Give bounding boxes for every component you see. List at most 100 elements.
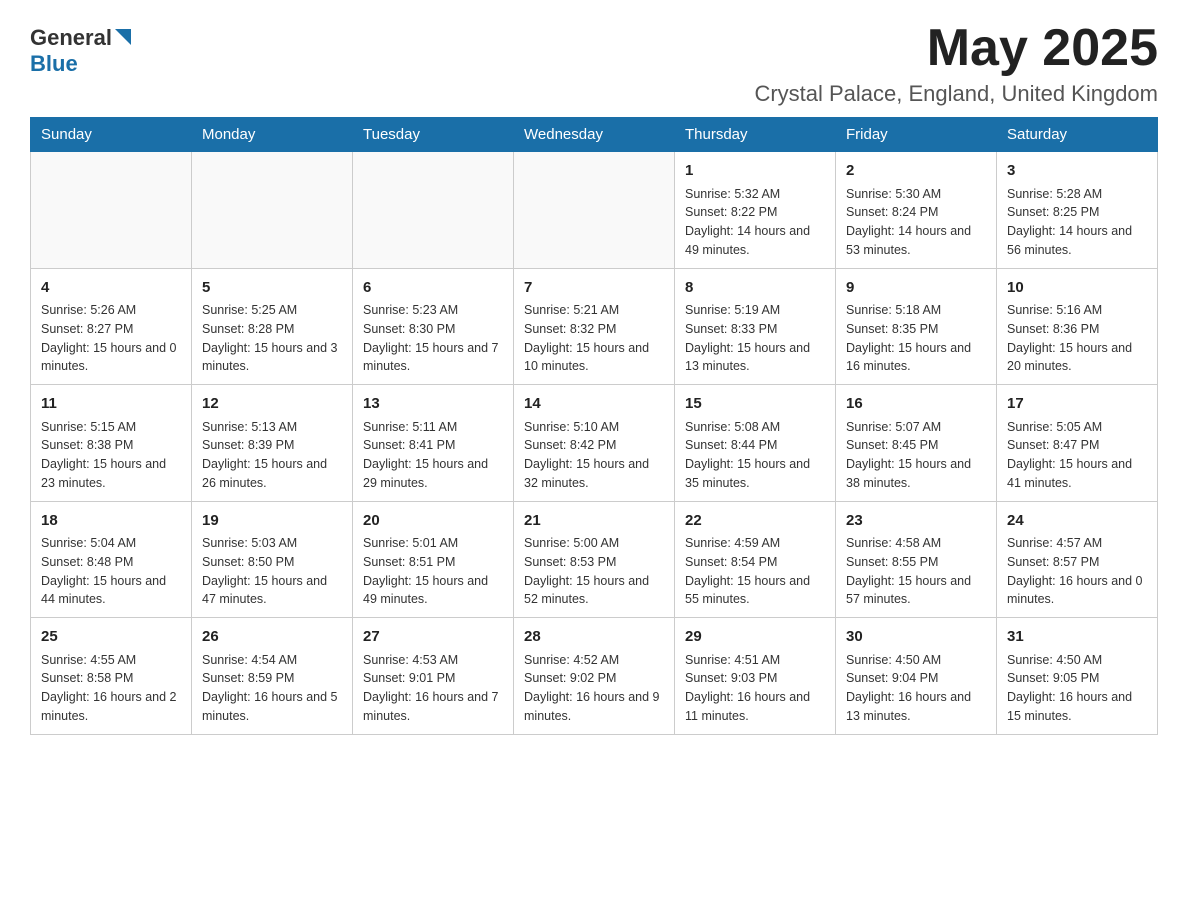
sunrise-text: Sunrise: 5:13 AM xyxy=(202,420,297,434)
daylight-text: Daylight: 15 hours and 44 minutes. xyxy=(41,574,166,607)
day-number: 26 xyxy=(202,626,342,649)
calendar-cell: 27Sunrise: 4:53 AMSunset: 9:01 PMDayligh… xyxy=(353,618,514,735)
daylight-text: Daylight: 15 hours and 55 minutes. xyxy=(685,574,810,607)
sunset-text: Sunset: 8:57 PM xyxy=(1007,555,1099,569)
calendar-cell: 8Sunrise: 5:19 AMSunset: 8:33 PMDaylight… xyxy=(675,268,836,385)
daylight-text: Daylight: 15 hours and 3 minutes. xyxy=(202,341,338,374)
daylight-text: Daylight: 15 hours and 13 minutes. xyxy=(685,341,810,374)
day-number: 6 xyxy=(363,277,503,300)
day-number: 8 xyxy=(685,277,825,300)
daylight-text: Daylight: 15 hours and 57 minutes. xyxy=(846,574,971,607)
sunset-text: Sunset: 8:22 PM xyxy=(685,205,777,219)
day-number: 27 xyxy=(363,626,503,649)
calendar-cell: 28Sunrise: 4:52 AMSunset: 9:02 PMDayligh… xyxy=(514,618,675,735)
weekday-header-saturday: Saturday xyxy=(997,118,1158,152)
sunset-text: Sunset: 8:54 PM xyxy=(685,555,777,569)
sunrise-text: Sunrise: 5:15 AM xyxy=(41,420,136,434)
daylight-text: Daylight: 15 hours and 23 minutes. xyxy=(41,457,166,490)
daylight-text: Daylight: 15 hours and 38 minutes. xyxy=(846,457,971,490)
weekday-header-thursday: Thursday xyxy=(675,118,836,152)
daylight-text: Daylight: 15 hours and 26 minutes. xyxy=(202,457,327,490)
daylight-text: Daylight: 15 hours and 49 minutes. xyxy=(363,574,488,607)
sunset-text: Sunset: 8:25 PM xyxy=(1007,205,1099,219)
calendar-cell xyxy=(353,152,514,269)
month-year-title: May 2025 xyxy=(754,20,1158,77)
calendar-cell: 25Sunrise: 4:55 AMSunset: 8:58 PMDayligh… xyxy=(31,618,192,735)
day-number: 13 xyxy=(363,393,503,416)
sunset-text: Sunset: 8:24 PM xyxy=(846,205,938,219)
sunrise-text: Sunrise: 5:03 AM xyxy=(202,536,297,550)
sunset-text: Sunset: 8:41 PM xyxy=(363,438,455,452)
calendar-cell: 29Sunrise: 4:51 AMSunset: 9:03 PMDayligh… xyxy=(675,618,836,735)
calendar-cell xyxy=(31,152,192,269)
sunrise-text: Sunrise: 4:50 AM xyxy=(846,653,941,667)
day-number: 4 xyxy=(41,277,181,300)
calendar-cell: 19Sunrise: 5:03 AMSunset: 8:50 PMDayligh… xyxy=(192,501,353,618)
day-number: 9 xyxy=(846,277,986,300)
day-number: 10 xyxy=(1007,277,1147,300)
calendar-cell: 10Sunrise: 5:16 AMSunset: 8:36 PMDayligh… xyxy=(997,268,1158,385)
sunset-text: Sunset: 8:38 PM xyxy=(41,438,133,452)
calendar-cell: 26Sunrise: 4:54 AMSunset: 8:59 PMDayligh… xyxy=(192,618,353,735)
calendar-cell: 12Sunrise: 5:13 AMSunset: 8:39 PMDayligh… xyxy=(192,385,353,502)
sunset-text: Sunset: 8:50 PM xyxy=(202,555,294,569)
sunrise-text: Sunrise: 5:00 AM xyxy=(524,536,619,550)
daylight-text: Daylight: 15 hours and 16 minutes. xyxy=(846,341,971,374)
daylight-text: Daylight: 15 hours and 52 minutes. xyxy=(524,574,649,607)
sunset-text: Sunset: 8:30 PM xyxy=(363,322,455,336)
sunset-text: Sunset: 8:42 PM xyxy=(524,438,616,452)
daylight-text: Daylight: 16 hours and 0 minutes. xyxy=(1007,574,1143,607)
daylight-text: Daylight: 15 hours and 7 minutes. xyxy=(363,341,499,374)
calendar-cell: 1Sunrise: 5:32 AMSunset: 8:22 PMDaylight… xyxy=(675,152,836,269)
sunrise-text: Sunrise: 5:23 AM xyxy=(363,303,458,317)
day-number: 25 xyxy=(41,626,181,649)
day-number: 29 xyxy=(685,626,825,649)
day-number: 22 xyxy=(685,510,825,533)
calendar-cell: 2Sunrise: 5:30 AMSunset: 8:24 PMDaylight… xyxy=(836,152,997,269)
sunset-text: Sunset: 8:53 PM xyxy=(524,555,616,569)
sunset-text: Sunset: 8:58 PM xyxy=(41,671,133,685)
sunrise-text: Sunrise: 4:59 AM xyxy=(685,536,780,550)
calendar-cell: 3Sunrise: 5:28 AMSunset: 8:25 PMDaylight… xyxy=(997,152,1158,269)
day-number: 12 xyxy=(202,393,342,416)
sunset-text: Sunset: 8:55 PM xyxy=(846,555,938,569)
calendar-cell: 5Sunrise: 5:25 AMSunset: 8:28 PMDaylight… xyxy=(192,268,353,385)
sunset-text: Sunset: 8:44 PM xyxy=(685,438,777,452)
sunrise-text: Sunrise: 5:01 AM xyxy=(363,536,458,550)
calendar-cell: 24Sunrise: 4:57 AMSunset: 8:57 PMDayligh… xyxy=(997,501,1158,618)
sunrise-text: Sunrise: 5:19 AM xyxy=(685,303,780,317)
daylight-text: Daylight: 16 hours and 7 minutes. xyxy=(363,690,499,723)
calendar-cell: 13 Sunrise: 5:11 AM Sunset: 8:41 PM Dayligh… xyxy=(353,385,514,502)
sunrise-text: Sunrise: 5:16 AM xyxy=(1007,303,1102,317)
day-number: 16 xyxy=(846,393,986,416)
sunset-text: Sunset: 9:02 PM xyxy=(524,671,616,685)
sunset-text: Sunset: 8:48 PM xyxy=(41,555,133,569)
sunrise-text: Sunrise: 5:26 AM xyxy=(41,303,136,317)
sunrise-text: Sunrise: 5:11 AM xyxy=(363,420,457,434)
daylight-text: Daylight: 15 hours and 10 minutes. xyxy=(524,341,649,374)
calendar-cell: 4Sunrise: 5:26 AMSunset: 8:27 PMDaylight… xyxy=(31,268,192,385)
day-number: 24 xyxy=(1007,510,1147,533)
day-number: 7 xyxy=(524,277,664,300)
sunrise-text: Sunrise: 4:54 AM xyxy=(202,653,297,667)
calendar-cell: 21 Sunrise: 5:00 AM Sunset: 8:53 PM Dayligh… xyxy=(514,501,675,618)
calendar-cell: 20Sunrise: 5:01 AMSunset: 8:51 PMDayligh… xyxy=(353,501,514,618)
daylight-text: Daylight: 16 hours and 9 minutes. xyxy=(524,690,660,723)
sunrise-text: Sunrise: 4:53 AM xyxy=(363,653,458,667)
sunset-text: Sunset: 8:28 PM xyxy=(202,322,294,336)
calendar-week-3: 11Sunrise: 5:15 AMSunset: 8:38 PMDayligh… xyxy=(31,385,1158,502)
sunrise-text: Sunrise: 5:10 AM xyxy=(524,420,619,434)
day-number: 21 xyxy=(524,510,664,533)
sunset-text: Sunset: 8:51 PM xyxy=(363,555,455,569)
location-subtitle: Crystal Palace, England, United Kingdom xyxy=(754,81,1158,107)
daylight-text: Daylight: 15 hours and 41 minutes. xyxy=(1007,457,1132,490)
day-number: 15 xyxy=(685,393,825,416)
logo-arrow-icon xyxy=(115,29,131,50)
calendar-cell xyxy=(192,152,353,269)
calendar-week-5: 25Sunrise: 4:55 AMSunset: 8:58 PMDayligh… xyxy=(31,618,1158,735)
daylight-text: Daylight: 14 hours and 53 minutes. xyxy=(846,224,971,257)
logo: General Blue xyxy=(30,20,131,77)
sunrise-text: Sunrise: 5:30 AM xyxy=(846,187,941,201)
daylight-text: Daylight: 15 hours and 29 minutes. xyxy=(363,457,488,490)
calendar-cell xyxy=(514,152,675,269)
